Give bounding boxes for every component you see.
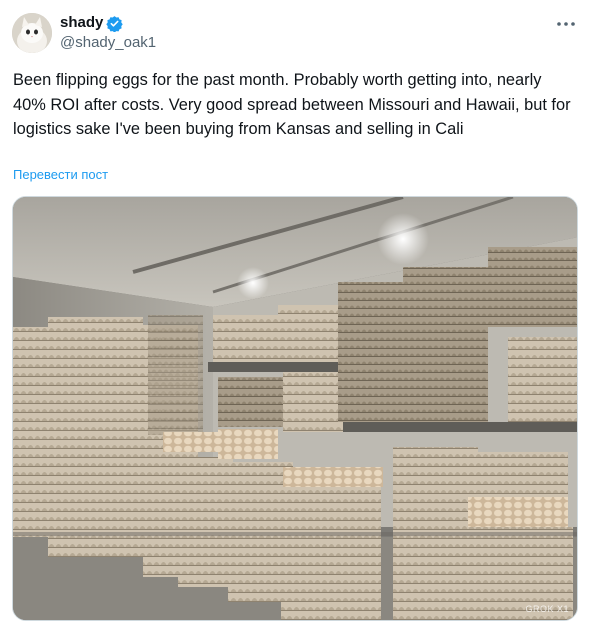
verified-badge-icon: [106, 15, 124, 32]
egg-warehouse-photo-icon: [13, 197, 577, 620]
author-handle[interactable]: @shady_oak1: [60, 34, 156, 52]
avatar[interactable]: [12, 13, 52, 53]
more-options-button[interactable]: [555, 14, 577, 34]
author-name-row[interactable]: shady: [60, 14, 124, 32]
more-dots-icon: [557, 22, 575, 26]
tweet-text: Been flipping eggs for the past month. P…: [13, 71, 571, 138]
media-watermark: GROK X1: [525, 604, 569, 614]
tweet-media-image[interactable]: GROK X1: [12, 196, 578, 621]
cat-avatar-icon: [12, 13, 52, 53]
translate-post-link[interactable]: Перевести пост: [13, 167, 108, 182]
author-display-name[interactable]: shady: [60, 14, 103, 32]
